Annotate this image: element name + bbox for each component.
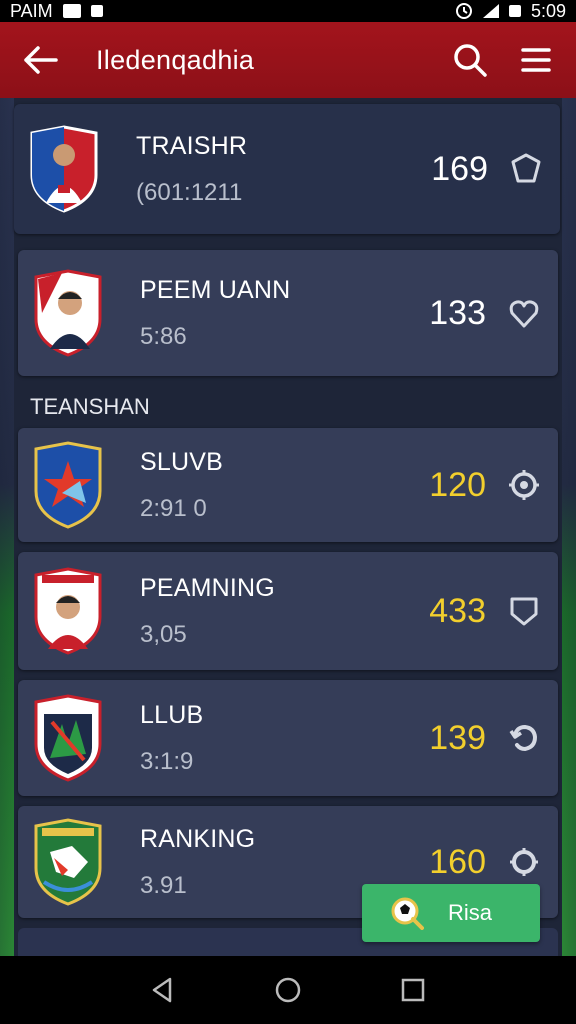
item-name: PEEM UANN (140, 275, 291, 304)
item-subtitle: (601:1211 (136, 178, 243, 206)
heart-shield-icon (509, 300, 539, 328)
item-text: TRAISHR (601:1211 (136, 132, 431, 207)
notification-icon (90, 5, 103, 17)
club-crest-icon (34, 694, 102, 782)
status-left: PAIM (10, 1, 103, 22)
list-item[interactable]: PEEM UANN 5:86 133 (18, 250, 558, 376)
mail-icon (62, 4, 81, 18)
page-title: Iledenqadhia (96, 44, 255, 75)
item-score: 139 (429, 718, 486, 757)
shield-button[interactable] (506, 593, 542, 629)
gear-badge-icon (510, 848, 538, 876)
battery-icon (508, 5, 521, 17)
item-score: 169 (431, 149, 488, 188)
status-left-text: PAIM (10, 0, 53, 21)
action-button-label: Risa (448, 900, 493, 925)
list-item[interactable]: LLUB 3:1:9 139 (18, 680, 558, 796)
shield-icon (511, 153, 541, 183)
back-button[interactable] (18, 38, 62, 82)
item-subtitle: 3,05 (140, 620, 187, 648)
shield-icon (510, 597, 538, 626)
badge-button[interactable] (506, 467, 542, 503)
item-name: PEAMNING (140, 573, 275, 602)
list-item[interactable]: TRAISHR (601:1211 169 (14, 104, 560, 234)
nav-recents-icon[interactable] (398, 975, 428, 1005)
item-name: TRAISHR (136, 131, 248, 160)
status-bar: PAIM 5:09 (0, 0, 576, 22)
soccer-ball-search-icon (391, 897, 424, 930)
player-badge-icon (30, 125, 98, 213)
item-text: SLUVB 2:91 0 (140, 448, 429, 523)
item-subtitle: 5:86 (140, 322, 187, 350)
nav-back-icon[interactable] (148, 975, 178, 1005)
search-button[interactable] (448, 38, 492, 82)
list-item[interactable]: SLUVB 2:91 0 120 (18, 428, 558, 542)
item-name: LLUB (140, 700, 204, 729)
nav-home-icon[interactable] (273, 975, 303, 1005)
alarm-icon (455, 3, 472, 19)
back-arrow-icon (24, 46, 58, 74)
search-icon (454, 44, 487, 77)
section-label: TEANSHAN (30, 394, 150, 419)
shield-button[interactable] (506, 295, 542, 331)
status-right: 5:09 (455, 1, 566, 22)
item-subtitle: 3:1:9 (140, 747, 194, 775)
badge-button[interactable] (506, 844, 542, 880)
item-text: PEEM UANN 5:86 (140, 276, 429, 351)
item-name: SLUVB (140, 447, 223, 476)
item-score: 160 (429, 842, 486, 881)
item-score: 120 (429, 465, 486, 504)
menu-icon (521, 48, 551, 72)
item-name: RANKING (140, 824, 256, 853)
shield-button[interactable] (508, 151, 544, 187)
player-badge-icon (34, 269, 102, 357)
content-area[interactable]: TRAISHR (601:1211 169 PEEM UANN 5:86 133 (0, 98, 576, 956)
navigation-bar (0, 956, 576, 1024)
item-score: 133 (429, 293, 486, 332)
ball-action-button[interactable]: Risa (362, 884, 540, 942)
menu-button[interactable] (514, 38, 558, 82)
refresh-button[interactable] (506, 720, 542, 756)
club-crest-icon (34, 441, 102, 529)
refresh-icon (509, 724, 538, 752)
signal-icon (482, 4, 499, 18)
item-subtitle: 2:91 0 (140, 494, 207, 522)
item-text: PEAMNING 3,05 (140, 574, 429, 649)
status-time: 5:09 (530, 0, 566, 21)
item-text: LLUB 3:1:9 (140, 701, 429, 776)
app-bar: Iledenqadhia (0, 22, 576, 98)
gear-badge-icon (509, 470, 539, 500)
player-badge-icon (34, 567, 102, 655)
club-crest-icon (34, 818, 102, 906)
list-item[interactable]: PEAMNING 3,05 433 (18, 552, 558, 670)
item-score: 433 (429, 591, 486, 630)
